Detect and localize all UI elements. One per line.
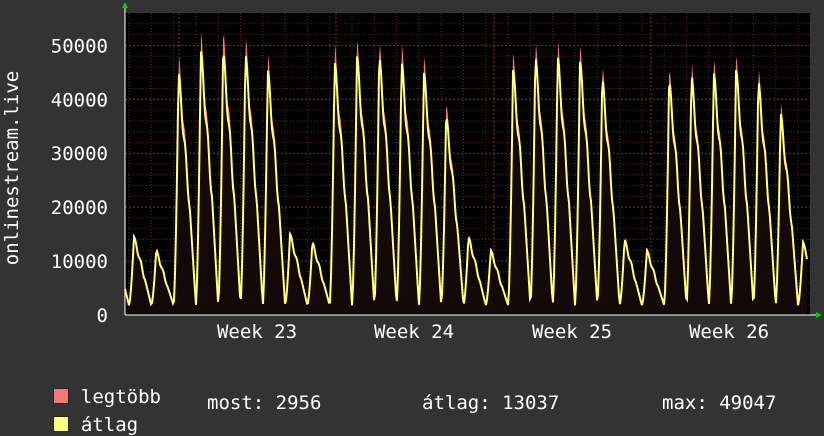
x-tick-label: Week 23: [217, 321, 297, 343]
y-tick-label: 10000: [51, 251, 108, 273]
y-tick-label: 0: [97, 305, 108, 327]
x-tick-label: Week 25: [532, 321, 612, 343]
y-axis-arrow-icon: [122, 2, 128, 8]
y-axis-label: onlinestream.live: [1, 71, 23, 265]
legend-label-atlag: átlag: [80, 414, 139, 436]
x-tick-label: Week 24: [374, 321, 454, 343]
stat-most: most: 2956: [207, 392, 322, 414]
y-tick-label: 40000: [51, 89, 108, 111]
legend-item-atlag: átlag: [30, 392, 138, 436]
y-tick-label: 50000: [51, 35, 108, 57]
stat-max: max: 49047: [662, 392, 777, 414]
stat-atlag: átlag: 13037: [422, 392, 560, 414]
x-tick-label: Week 26: [689, 321, 769, 343]
y-tick-label: 20000: [51, 197, 108, 219]
y-tick-label: 30000: [51, 143, 108, 165]
x-axis-arrow-icon: [816, 312, 822, 318]
